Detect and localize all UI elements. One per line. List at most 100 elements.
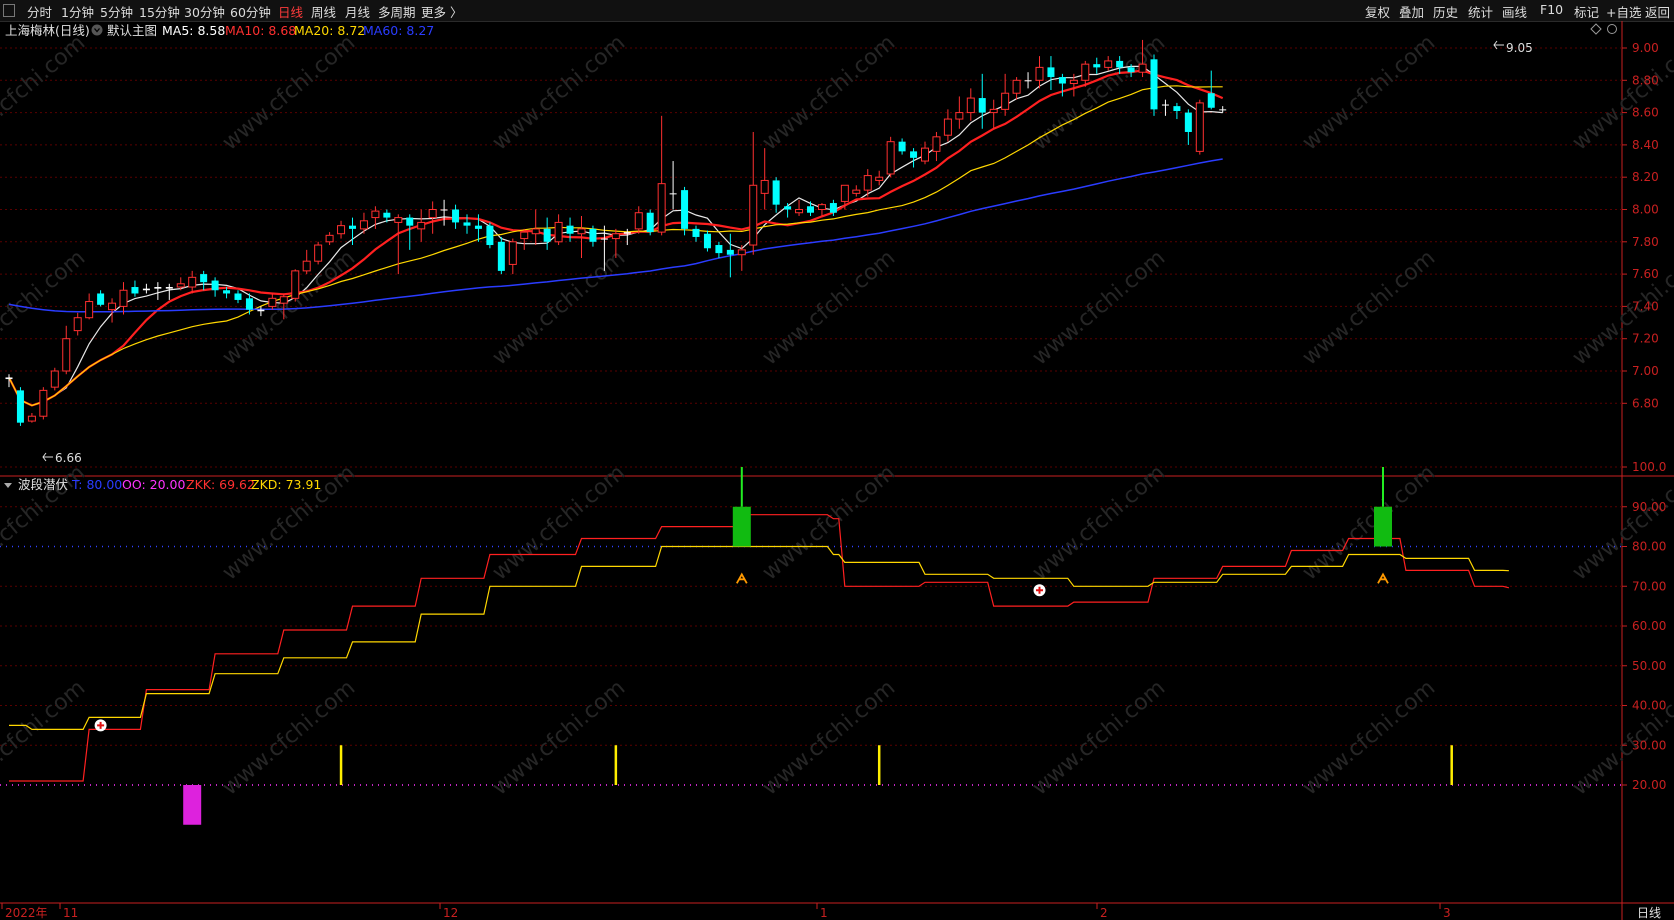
candle bbox=[39, 387, 48, 420]
candle-body bbox=[1012, 79, 1021, 94]
tab-more[interactable]: 更多 〉 bbox=[421, 2, 462, 21]
candle bbox=[1150, 54, 1158, 116]
watermark-text: www.cfchi.com bbox=[1298, 30, 1440, 155]
candle bbox=[1093, 57, 1101, 74]
history-button[interactable]: 历史 bbox=[1433, 2, 1458, 21]
candle-body bbox=[497, 241, 505, 271]
candle-body bbox=[703, 233, 711, 249]
grid bbox=[0, 47, 1622, 746]
zkd-label: ZKD: 73.91 bbox=[251, 477, 321, 492]
candle-body bbox=[1138, 63, 1147, 73]
candle-body bbox=[245, 298, 253, 310]
price-tick-label: 7.00 bbox=[1632, 364, 1659, 378]
candle-body bbox=[943, 118, 952, 136]
candle-body bbox=[932, 136, 941, 152]
candle bbox=[703, 230, 711, 252]
candle-body bbox=[611, 233, 620, 240]
candle-body bbox=[211, 280, 219, 291]
period-label[interactable]: 日线 bbox=[1637, 906, 1661, 920]
mark-button[interactable]: 标记 bbox=[1574, 2, 1599, 21]
candle-body bbox=[886, 141, 895, 175]
chart-area[interactable]: www.cfchi.com www.cfchi.com www.cfchi.com w… bbox=[0, 21, 1674, 920]
candle bbox=[989, 99, 998, 129]
restore-rights-button[interactable]: 复权 bbox=[1365, 2, 1390, 21]
price-tick-label: 7.40 bbox=[1632, 299, 1659, 313]
candle-body bbox=[257, 309, 265, 312]
watermark-text: www.cfchi.com bbox=[1028, 460, 1170, 585]
candle-body bbox=[646, 212, 654, 233]
tab-分时[interactable]: 分时 bbox=[27, 2, 52, 21]
diamond-icon[interactable] bbox=[1590, 23, 1602, 35]
candle-body bbox=[268, 297, 277, 307]
watermark-text: www.cfchi.com bbox=[758, 30, 900, 155]
tab-weekly[interactable]: 周线 bbox=[311, 2, 336, 21]
watermark-text: www.cfchi.com bbox=[1568, 460, 1674, 585]
candle-body bbox=[817, 204, 826, 210]
tab-1min[interactable]: 1分钟 bbox=[61, 2, 94, 21]
osc-tick-label: 90.00 bbox=[1632, 500, 1666, 514]
candle-body bbox=[188, 276, 197, 288]
price-tick-label: 8.00 bbox=[1632, 203, 1659, 217]
candle-body bbox=[898, 141, 906, 152]
candle-body bbox=[1207, 93, 1215, 108]
watermark-text: www.cfchi.com bbox=[488, 675, 630, 800]
overlay-button[interactable]: 叠加 bbox=[1399, 2, 1424, 21]
candle-body bbox=[428, 209, 437, 219]
tab-multi-period[interactable]: 多周期 bbox=[378, 2, 416, 21]
candle bbox=[154, 282, 162, 300]
candle-body bbox=[863, 175, 872, 191]
candle-body bbox=[452, 209, 460, 223]
candle bbox=[852, 185, 861, 197]
candle-body bbox=[669, 193, 677, 195]
tab-monthly[interactable]: 月线 bbox=[345, 2, 370, 21]
oo-label: OO: 20.00 bbox=[122, 477, 185, 492]
high-arrow-icon bbox=[1493, 40, 1504, 50]
candle-body bbox=[119, 289, 128, 307]
candle-body bbox=[27, 415, 36, 422]
candle-body bbox=[840, 184, 849, 202]
candle bbox=[910, 148, 918, 168]
candle-body bbox=[795, 209, 804, 214]
back-button[interactable]: 返回 bbox=[1645, 2, 1670, 21]
tab-30min[interactable]: 30分钟 bbox=[184, 2, 225, 21]
candle-body bbox=[772, 180, 780, 205]
tab-15min[interactable]: 15分钟 bbox=[139, 2, 180, 21]
indicator-name[interactable]: 波段潜伏 bbox=[18, 477, 69, 492]
candle-body bbox=[737, 249, 746, 256]
candle-body bbox=[200, 274, 208, 283]
tab-daily[interactable]: 日线 bbox=[278, 2, 303, 21]
candle bbox=[428, 201, 437, 234]
add-watchlist-button[interactable]: +自选 bbox=[1606, 2, 1641, 21]
stock-title: 上海梅林(日线) bbox=[5, 23, 90, 38]
candle-body bbox=[1047, 67, 1055, 78]
candle-body bbox=[85, 301, 94, 319]
template-label[interactable]: 默认主图 bbox=[107, 23, 157, 38]
candle bbox=[657, 115, 666, 236]
candle-body bbox=[1173, 106, 1181, 111]
price-tick-label: 7.80 bbox=[1632, 235, 1659, 249]
tab-5min[interactable]: 5分钟 bbox=[100, 2, 133, 21]
candle-body bbox=[1161, 104, 1169, 106]
candle-body bbox=[875, 176, 884, 181]
sell-marker-icon bbox=[736, 572, 748, 584]
candle-body bbox=[760, 179, 769, 194]
tab-60min[interactable]: 60分钟 bbox=[230, 2, 271, 21]
candle bbox=[543, 217, 551, 250]
candle bbox=[737, 245, 746, 271]
candle-body bbox=[325, 234, 334, 243]
candle-body bbox=[486, 225, 494, 246]
candle-body bbox=[16, 390, 24, 423]
statistics-button[interactable]: 统计 bbox=[1468, 2, 1493, 21]
draw-button[interactable]: 画线 bbox=[1502, 2, 1527, 21]
watermark-text: www.cfchi.com bbox=[218, 675, 360, 800]
candle-body bbox=[1127, 67, 1135, 73]
candle bbox=[337, 220, 346, 239]
template-dropdown-icon[interactable] bbox=[91, 24, 103, 36]
candle bbox=[772, 177, 780, 213]
indicator-dropdown-icon[interactable] bbox=[4, 483, 12, 488]
settings-circle-icon[interactable] bbox=[1607, 24, 1617, 34]
candle bbox=[921, 141, 929, 165]
candle-body bbox=[359, 220, 368, 230]
f10-button[interactable]: F10 bbox=[1540, 2, 1563, 17]
candle bbox=[406, 214, 414, 250]
